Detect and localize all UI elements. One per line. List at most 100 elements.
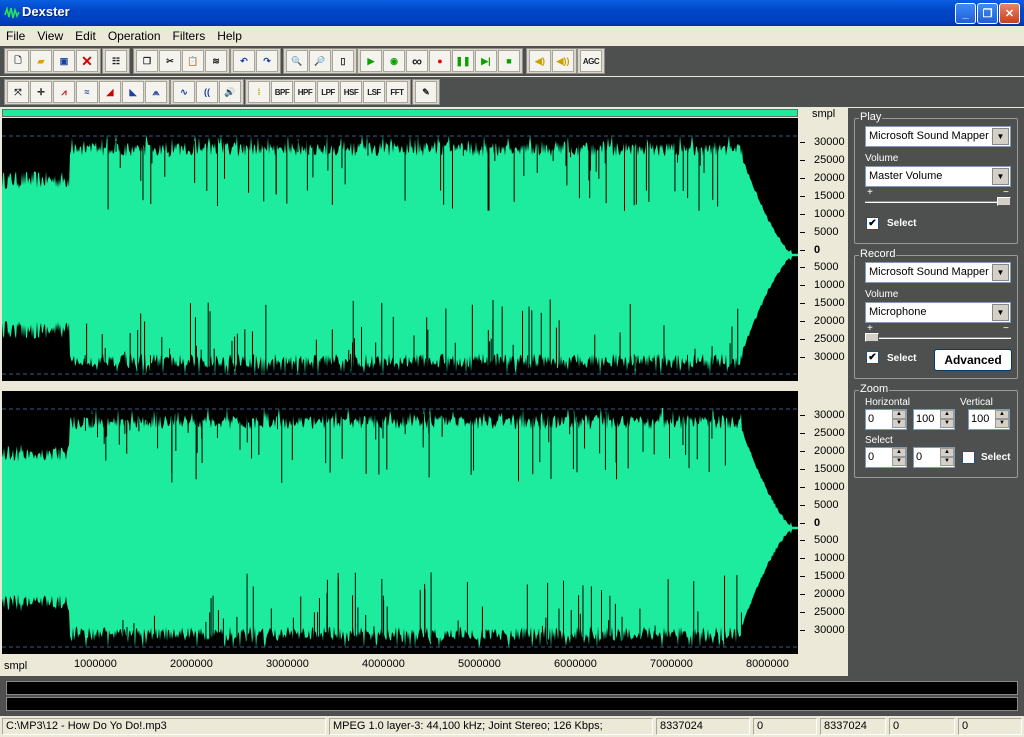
menu-help[interactable]: Help	[211, 29, 248, 43]
slider-thumb[interactable]	[997, 197, 1011, 206]
slider-thumb[interactable]	[865, 333, 879, 342]
play-next-button[interactable]: ▶|	[475, 50, 497, 72]
zoom-in-icon: 🔍	[291, 55, 303, 66]
spinner-arrows[interactable]: ▲ ▼	[995, 410, 1009, 429]
mix-paste-icon: ≋	[212, 55, 220, 66]
pause-button[interactable]: ❚❚	[452, 50, 474, 72]
play-button[interactable]: ▶	[360, 50, 382, 72]
record-button[interactable]: ●	[429, 50, 451, 72]
spinner-arrows[interactable]: ▲ ▼	[940, 448, 954, 467]
delay-button[interactable]: ((	[196, 81, 218, 103]
volume-up-button[interactable]: ◀))	[552, 50, 574, 72]
up-icon[interactable]: ▲	[995, 410, 1009, 419]
hpf-button[interactable]: HPF	[294, 81, 316, 103]
status-sel-start: 0	[753, 718, 817, 735]
delete-button[interactable]: ✕	[76, 50, 98, 72]
lpf-button[interactable]: LPF	[317, 81, 339, 103]
stop-button[interactable]: ■	[498, 50, 520, 72]
tick-mark	[800, 321, 805, 323]
up-icon[interactable]: ▲	[940, 448, 954, 457]
up-icon[interactable]: ▲	[940, 410, 954, 419]
overview-strip-bottom[interactable]	[6, 697, 1018, 711]
record-volume-select[interactable]: Microphone ▼	[865, 302, 1011, 323]
y-tick-label: 15000	[814, 297, 845, 310]
cut-button[interactable]: ✂	[159, 50, 181, 72]
spinner-arrows[interactable]: ▲ ▼	[892, 448, 906, 467]
menu-edit[interactable]: Edit	[69, 29, 102, 43]
waveform-channel-right[interactable]	[2, 391, 798, 654]
properties-button[interactable]: ☷	[105, 50, 127, 72]
paste-button[interactable]: 📋	[182, 50, 204, 72]
redo-button[interactable]: ↷	[256, 50, 278, 72]
play-selection-button[interactable]: ◉	[383, 50, 405, 72]
minimize-button[interactable]: _	[955, 3, 976, 24]
down-icon[interactable]: ▼	[940, 457, 954, 466]
spinner-arrows[interactable]: ▲ ▼	[892, 410, 906, 429]
play-volume-slider[interactable]	[865, 197, 1011, 207]
tools-button[interactable]: ✎	[415, 81, 437, 103]
down-icon[interactable]: ▼	[892, 457, 906, 466]
down-icon[interactable]: ▼	[892, 419, 906, 428]
x-tick-label: 5000000	[458, 658, 501, 670]
fft-icon: FFT	[390, 87, 404, 97]
waveform-path	[2, 408, 798, 648]
reverse-button[interactable]: ∿	[173, 81, 195, 103]
play-device-select[interactable]: Microsoft Sound Mapper ▼	[865, 126, 1011, 147]
zoom-select-checkbox[interactable]	[962, 451, 975, 464]
tick-mark	[800, 285, 805, 287]
center-button[interactable]: ✛	[30, 81, 52, 103]
save-button[interactable]: ▣	[53, 50, 75, 72]
fade-out-button[interactable]: ◣	[122, 81, 144, 103]
menu-view[interactable]: View	[31, 29, 69, 43]
overview-strip-top[interactable]	[6, 681, 1018, 695]
play-select-checkbox[interactable]: ✔	[866, 217, 879, 230]
down-icon[interactable]: ▼	[995, 419, 1009, 428]
spinner-arrows[interactable]: ▲ ▼	[940, 410, 954, 429]
zoom-sel-from-spinner[interactable]: 0 ▲ ▼	[865, 447, 907, 468]
menu-file[interactable]: File	[0, 29, 31, 43]
echo-button[interactable]: ⩕	[145, 81, 167, 103]
zoom-sel-to-spinner[interactable]: 0 ▲ ▼	[913, 447, 955, 468]
menu-operation[interactable]: Operation	[102, 29, 167, 43]
noise-button[interactable]: ⩘	[53, 81, 75, 103]
fade-in-button[interactable]: ◢	[99, 81, 121, 103]
new-button[interactable]: 🗋	[7, 50, 29, 72]
record-select-checkbox[interactable]: ✔	[866, 351, 879, 364]
copy-button[interactable]: ❐	[136, 50, 158, 72]
agc-button[interactable]: AGC	[580, 50, 602, 72]
y-tick: 10000	[800, 552, 848, 564]
lsf-button[interactable]: LSF	[363, 81, 385, 103]
zoom-in-button[interactable]: 🔍	[286, 50, 308, 72]
open-button[interactable]: ▰	[30, 50, 52, 72]
zoom-h-from-spinner[interactable]: 0 ▲ ▼	[865, 409, 907, 430]
selection-bar[interactable]	[2, 109, 798, 117]
waveform-channel-left[interactable]	[2, 118, 798, 381]
zoom-vertical-spinner[interactable]: 100 ▲ ▼	[968, 409, 1010, 430]
zoom-full-button[interactable]: ▯	[332, 50, 354, 72]
up-icon[interactable]: ▲	[892, 410, 906, 419]
normalize-button[interactable]: ≈	[76, 81, 98, 103]
up-icon[interactable]: ▲	[892, 448, 906, 457]
play-volume-select[interactable]: Master Volume ▼	[865, 166, 1011, 187]
volume-down-button[interactable]: ◀)	[529, 50, 551, 72]
fft-button[interactable]: FFT	[386, 81, 408, 103]
y-tick-label: 10000	[814, 480, 845, 493]
speaker-button[interactable]: 🔊	[219, 81, 241, 103]
close-button[interactable]: ✕	[999, 3, 1020, 24]
record-device-select[interactable]: Microsoft Sound Mapper ▼	[865, 262, 1011, 283]
stretch-button[interactable]: ⤧	[7, 81, 29, 103]
x-tick-label: 4000000	[362, 658, 405, 670]
record-volume-slider[interactable]	[865, 333, 1011, 343]
down-icon[interactable]: ▼	[940, 419, 954, 428]
advanced-button[interactable]: Advanced	[934, 349, 1012, 371]
mix-paste-button[interactable]: ≋	[205, 50, 227, 72]
undo-button[interactable]: ↶	[233, 50, 255, 72]
hsf-button[interactable]: HSF	[340, 81, 362, 103]
zoom-out-button[interactable]: 🔎	[309, 50, 331, 72]
bpf-button[interactable]: BPF	[271, 81, 293, 103]
menu-filters[interactable]: Filters	[167, 29, 212, 43]
eq-button[interactable]: ⁞	[248, 81, 270, 103]
loop-button[interactable]: ∞	[406, 50, 428, 72]
restore-button[interactable]: ❐	[977, 3, 998, 24]
zoom-h-to-spinner[interactable]: 100 ▲ ▼	[913, 409, 955, 430]
